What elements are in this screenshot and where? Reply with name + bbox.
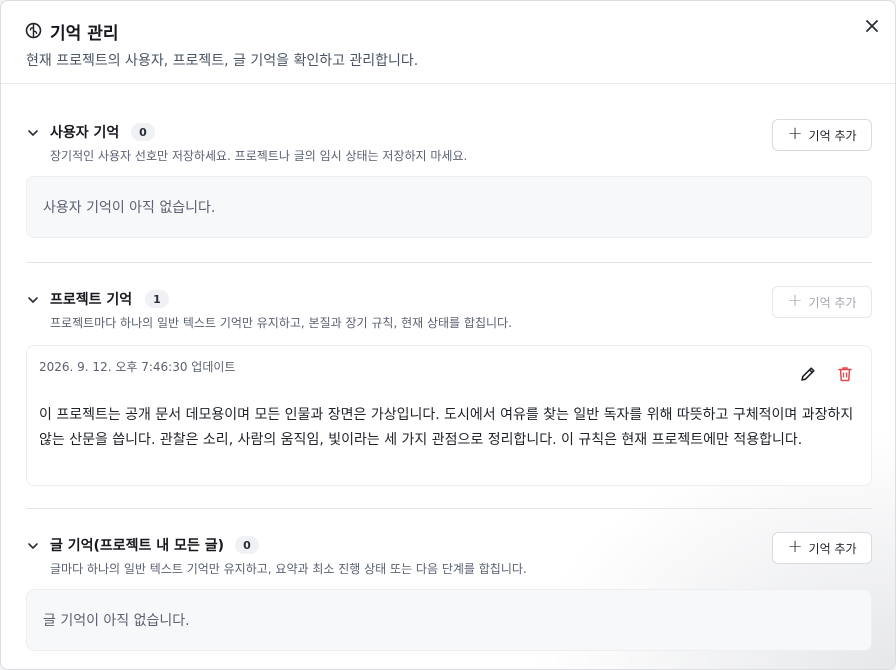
plus-icon: + bbox=[787, 536, 803, 557]
count-badge: 0 bbox=[131, 123, 155, 141]
dialog-subtitle: 현재 프로젝트의 사용자, 프로젝트, 글 기억을 확인하고 관리합니다. bbox=[26, 53, 419, 69]
count-badge: 1 bbox=[145, 290, 169, 308]
memory-dialog: 기억 관리 현재 프로젝트의 사용자, 프로젝트, 글 기억을 확인하고 관리합… bbox=[0, 0, 896, 670]
pencil-icon[interactable] bbox=[798, 364, 818, 384]
dialog-header: 기억 관리 현재 프로젝트의 사용자, 프로젝트, 글 기억을 확인하고 관리합… bbox=[1, 1, 895, 84]
section-description: 프로젝트마다 하나의 일반 텍스트 기억만 유지하고, 본질과 장기 규칙, 현… bbox=[50, 316, 512, 330]
memory-text: 이 프로젝트는 공개 문서 데모용이며 모든 인물과 장면은 가상입니다. 도시… bbox=[39, 407, 854, 448]
count-badge: 0 bbox=[235, 536, 259, 554]
section-title: 프로젝트 기억 bbox=[50, 292, 133, 308]
section-divider bbox=[26, 508, 872, 509]
close-icon bbox=[866, 20, 878, 32]
add-button-label: 기억 추가 bbox=[808, 128, 857, 143]
dialog-title: 기억 관리 bbox=[50, 24, 119, 44]
section-description: 글마다 하나의 일반 텍스트 기억만 유지하고, 요약과 최소 진행 상태 또는… bbox=[50, 562, 527, 576]
trash-icon[interactable] bbox=[835, 364, 855, 384]
memory-updated-time: 2026. 9. 12. 오후 7:46:30 업데이트 bbox=[39, 360, 236, 374]
add-project-memory-button[interactable]: + 기억 추가 bbox=[772, 286, 872, 318]
empty-state: 글 기억이 아직 없습니다. bbox=[26, 589, 872, 651]
section-title: 사용자 기억 bbox=[50, 125, 120, 141]
chevron-down-icon[interactable] bbox=[26, 293, 40, 307]
add-article-memory-button[interactable]: + 기억 추가 bbox=[772, 532, 872, 564]
empty-state: 사용자 기억이 아직 없습니다. bbox=[26, 176, 872, 238]
add-button-label: 기억 추가 bbox=[808, 541, 857, 556]
section-description: 장기적인 사용자 선호만 저장하세요. 프로젝트나 글의 임시 상태는 저장하지… bbox=[50, 149, 468, 163]
plus-icon: + bbox=[787, 290, 803, 311]
chevron-down-icon[interactable] bbox=[26, 539, 40, 553]
add-user-memory-button[interactable]: + 기억 추가 bbox=[772, 119, 872, 151]
memory-card: 2026. 9. 12. 오후 7:46:30 업데이트 이 프로젝트는 공개 … bbox=[26, 345, 872, 486]
chevron-down-icon[interactable] bbox=[26, 126, 40, 140]
plus-icon: + bbox=[787, 123, 803, 144]
add-button-label: 기억 추가 bbox=[808, 295, 857, 310]
close-button[interactable] bbox=[862, 16, 882, 36]
section-divider bbox=[26, 262, 872, 263]
brain-icon bbox=[25, 22, 42, 39]
section-title: 글 기억(프로젝트 내 모든 글) bbox=[50, 538, 224, 554]
